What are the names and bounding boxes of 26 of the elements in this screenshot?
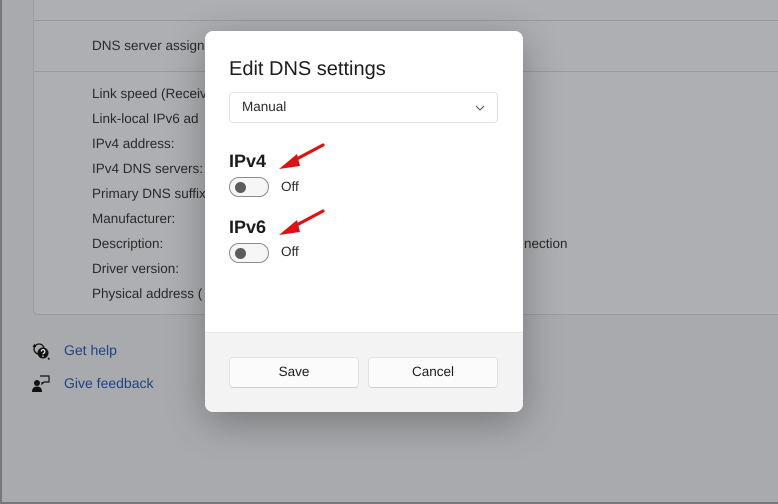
dialog-title: Edit DNS settings	[229, 57, 387, 81]
section-heading: IPv4	[229, 151, 268, 173]
toggle-state-label: Off	[281, 178, 299, 196]
property-label: IPv4 DNS servers:	[92, 161, 204, 176]
chevron-down-icon	[475, 104, 485, 110]
feedback-link[interactable]: Give feedback	[64, 373, 154, 394]
property-label: Link speed (Receiv	[92, 86, 207, 102]
feedback-icon	[32, 374, 50, 392]
toggle-switch[interactable]	[229, 176, 269, 197]
dns-mode-dropdown[interactable]: Manual	[229, 92, 498, 123]
toggle-switch[interactable]	[229, 242, 269, 263]
property-label: Primary DNS suffix	[92, 186, 206, 202]
save-button[interactable]: Save	[229, 357, 359, 388]
property-label: Link-local IPv6 ad	[92, 111, 199, 126]
property-value: nection	[524, 235, 569, 254]
property-label: Driver version:	[92, 261, 180, 276]
dns-assignment-label: DNS server assign	[92, 36, 205, 55]
help-icon	[32, 342, 50, 360]
property-label: Physical address (	[92, 286, 202, 302]
toggle-state-label: Off	[281, 243, 299, 262]
get-help-link[interactable]: Get help	[64, 340, 117, 361]
cancel-button[interactable]: Cancel	[368, 357, 498, 388]
property-label: Description:	[92, 236, 164, 252]
property-label: IPv4 address:	[92, 136, 175, 152]
property-label: Manufacturer:	[92, 211, 176, 226]
section-heading: IPv6	[229, 216, 268, 238]
